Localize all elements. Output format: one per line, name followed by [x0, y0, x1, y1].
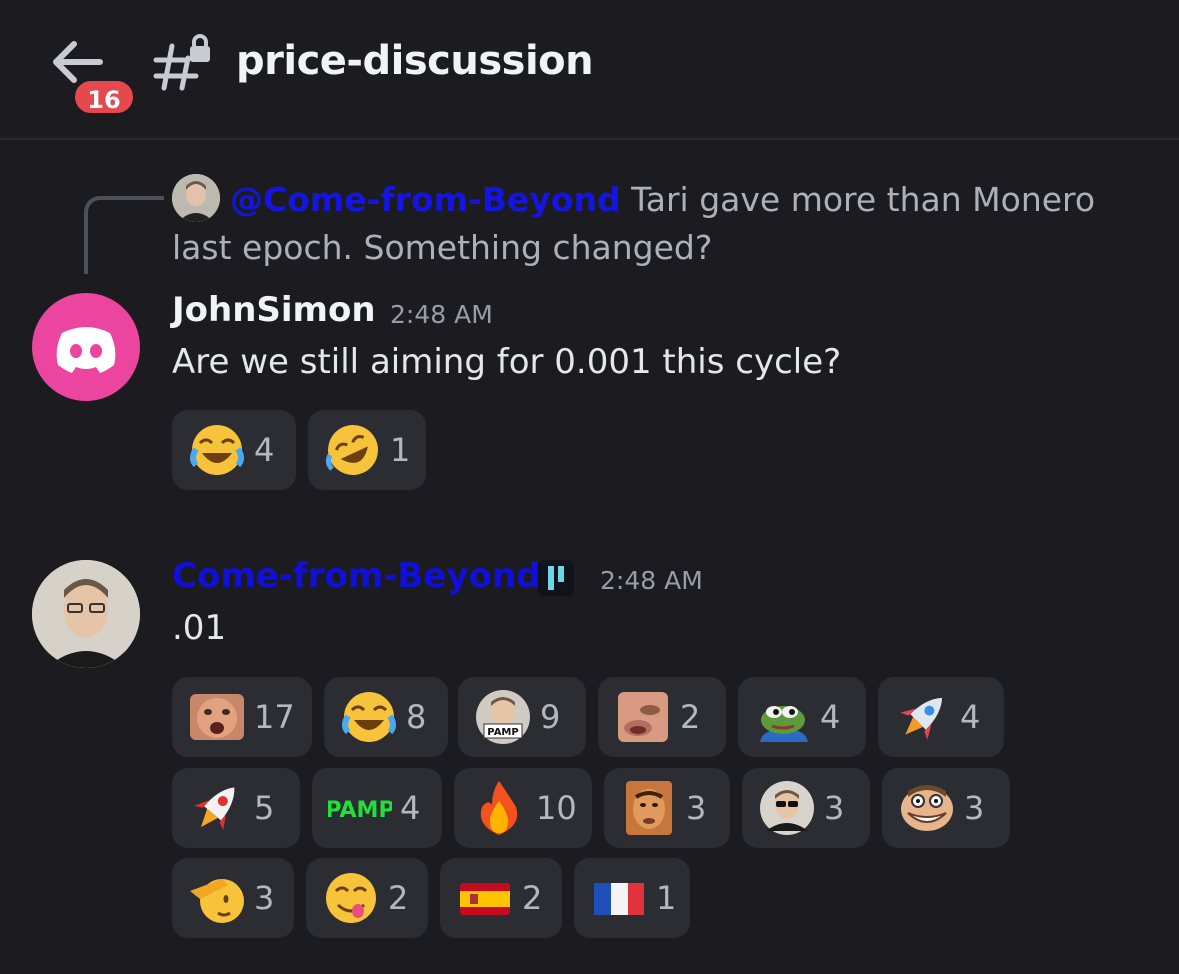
reaction-count: 10 [536, 789, 577, 827]
johnsimon-avatar[interactable] [32, 293, 140, 401]
rocket-red-emoji-icon [188, 779, 246, 837]
troll-face-emoji-icon [898, 779, 956, 837]
message-timestamp: 2:48 AM [390, 300, 493, 329]
reply-mention[interactable]: @Come-from-Beyond [230, 180, 621, 219]
reaction-count: 1 [656, 879, 677, 917]
sunglasses-avatar-emoji-icon [758, 779, 816, 837]
message-text: Are we still aiming for 0.001 this cycle… [172, 342, 842, 382]
reaction-chip[interactable]: 4 [878, 677, 1004, 757]
reaction-chip[interactable]: 3 [172, 858, 294, 938]
reaction-count: 2 [388, 879, 409, 917]
reaction-chip[interactable]: 1 [308, 410, 426, 490]
reaction-count: 3 [254, 879, 275, 917]
reaction-chip[interactable]: PAMP 9 [458, 677, 586, 757]
reaction-count: 17 [254, 698, 295, 736]
reply-preview[interactable]: @Come-from-Beyond Tari gave more than Mo… [172, 176, 1132, 272]
reaction-count: 4 [960, 698, 981, 736]
salute-emoji-icon [188, 869, 246, 927]
reaction-chip[interactable]: 3 [604, 768, 730, 848]
reaction-chip[interactable]: 4 [172, 410, 296, 490]
reaction-count: 3 [964, 789, 985, 827]
spain-flag-icon [456, 869, 514, 927]
author-name[interactable]: JohnSimon [172, 290, 376, 330]
reaction-count: 5 [254, 789, 275, 827]
reaction-chip[interactable]: 8 [324, 677, 448, 757]
reaction-chip[interactable]: 3 [742, 768, 870, 848]
reaction-count: 4 [254, 431, 275, 469]
face-orange-emoji-icon [620, 779, 678, 837]
discord-logo-icon [56, 327, 116, 373]
pamp-avatar-emoji-icon: PAMP [474, 688, 532, 746]
pamp-text-label: PAMP [328, 798, 392, 823]
reaction-chip[interactable]: 2 [440, 858, 562, 938]
pepe-emoji-icon [754, 688, 812, 746]
reaction-count: 3 [686, 789, 707, 827]
face-closeup-emoji-icon [614, 688, 672, 746]
reaction-chip[interactable]: PAMP 4 [312, 768, 442, 848]
reaction-count: 4 [820, 698, 841, 736]
locked-channel-icon [152, 34, 216, 94]
joy-emoji-icon [340, 688, 398, 746]
reaction-count: 2 [680, 698, 701, 736]
channel-title: price-discussion [236, 38, 594, 84]
channel-header: 16 price-discussion [0, 0, 1179, 140]
reaction-count: 4 [400, 789, 421, 827]
unread-badge: 16 [72, 78, 136, 116]
message-text: .01 [172, 608, 227, 648]
pamp-sign-label: PAMP [487, 727, 518, 738]
rofl-emoji-icon [324, 421, 382, 479]
reaction-count: 9 [540, 698, 561, 736]
pamp-text-emoji-icon: PAMP [328, 779, 392, 837]
joy-emoji-icon [188, 421, 246, 479]
reaction-chip[interactable]: 2 [306, 858, 428, 938]
reaction-count: 1 [390, 431, 411, 469]
reaction-chip[interactable]: 1 [574, 858, 690, 938]
reaction-count: 2 [522, 879, 543, 917]
come-from-beyond-avatar[interactable] [32, 560, 140, 668]
reaction-chip[interactable]: 4 [738, 677, 866, 757]
reply-connector [84, 196, 164, 274]
rocket-emoji-icon [894, 688, 952, 746]
reaction-chip[interactable]: 17 [172, 677, 312, 757]
france-flag-icon [590, 869, 648, 927]
reaction-chip[interactable]: 3 [882, 768, 1010, 848]
server-tag-icon[interactable] [538, 560, 574, 596]
reaction-chip[interactable]: 5 [172, 768, 300, 848]
reaction-count: 3 [824, 789, 845, 827]
face-custom-emoji-icon [188, 688, 246, 746]
author-name[interactable]: Come-from-Beyond [172, 556, 540, 596]
reaction-chip[interactable]: 2 [598, 677, 726, 757]
message-timestamp: 2:48 AM [600, 566, 703, 595]
reaction-count: 8 [406, 698, 427, 736]
yum-emoji-icon [322, 869, 380, 927]
fire-emoji-icon [470, 779, 528, 837]
reaction-chip[interactable]: 10 [454, 768, 592, 848]
